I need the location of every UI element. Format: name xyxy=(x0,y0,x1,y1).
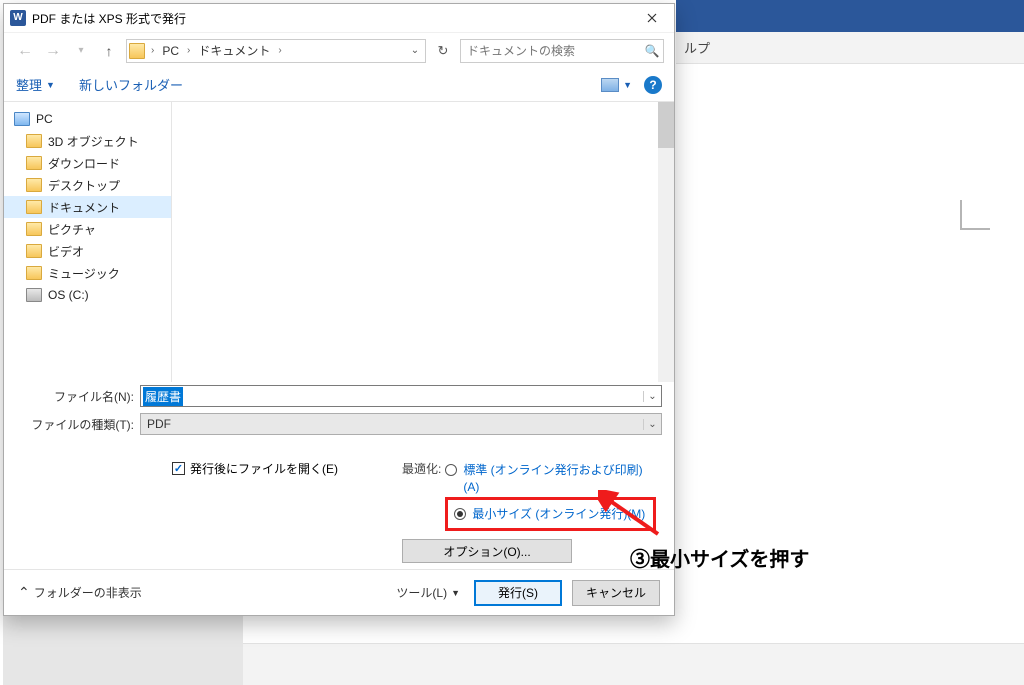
filename-row: ファイル名(N): 履歴書 ⌄ xyxy=(4,382,674,410)
organize-label: 整理 xyxy=(16,75,42,94)
folder-icon xyxy=(26,134,42,148)
toolrow: 整理 ▼ 新しいフォルダー ▼ ? xyxy=(4,68,674,102)
breadcrumb-dropdown[interactable]: ⌄ xyxy=(407,45,423,56)
close-icon xyxy=(647,13,657,23)
tree-node-documents[interactable]: ドキュメント xyxy=(4,196,171,218)
filename-label: ファイル名(N): xyxy=(16,388,140,405)
search-input[interactable] xyxy=(461,44,641,58)
annotation-text: ③最小サイズを押す xyxy=(630,543,809,572)
dialog-titlebar: W PDF または XPS 形式で発行 xyxy=(4,4,674,32)
nav-forward-button[interactable]: → xyxy=(42,40,64,62)
options-button[interactable]: オプション(O)... xyxy=(402,539,572,563)
navigation-row: ← → ▾ ↑ › PC › ドキュメント › ⌄ ↻ 🔍 xyxy=(4,32,674,68)
highlight-box: 最小サイズ (オンライン発行)(M) xyxy=(445,497,656,531)
word-ribbon-bg xyxy=(676,0,1024,32)
breadcrumb-bar[interactable]: › PC › ドキュメント › ⌄ xyxy=(126,39,426,63)
filename-history-dropdown[interactable]: ⌄ xyxy=(643,391,661,402)
nav-back-button[interactable]: ← xyxy=(14,40,36,62)
word-app-icon: W xyxy=(10,10,26,26)
breadcrumb-documents[interactable]: ドキュメント xyxy=(196,42,272,59)
view-icon xyxy=(601,78,619,92)
tree-node-videos[interactable]: ビデオ xyxy=(4,240,171,262)
view-menu[interactable]: ▼ xyxy=(601,78,632,92)
word-statusbar-bg xyxy=(243,643,1024,685)
help-menu-fragment[interactable]: ルプ xyxy=(684,38,710,57)
chevron-down-icon: ▼ xyxy=(451,588,460,598)
word-toolbar-bg: ルプ xyxy=(676,32,1024,64)
chevron-down-icon: ⌄ xyxy=(643,419,661,430)
document-corner-mark xyxy=(960,200,990,230)
search-icon[interactable]: 🔍 xyxy=(641,44,663,58)
search-box[interactable]: 🔍 xyxy=(460,39,664,63)
filetype-label: ファイルの種類(T): xyxy=(16,416,140,433)
dialog-footer: ⌃ フォルダーの非表示 ツール(L) ▼ 発行(S) キャンセル xyxy=(4,569,674,615)
optimize-standard-radio[interactable]: 標準 (オンライン発行および印刷)(A) xyxy=(445,462,656,494)
cancel-button[interactable]: キャンセル xyxy=(572,580,660,606)
filetype-select[interactable]: PDF ⌄ xyxy=(140,413,662,435)
radio-icon xyxy=(445,464,457,476)
tools-label: ツール(L) xyxy=(396,584,447,601)
tree-node-downloads[interactable]: ダウンロード xyxy=(4,152,171,174)
filetype-row: ファイルの種類(T): PDF ⌄ xyxy=(4,410,674,438)
chevron-right-icon[interactable]: › xyxy=(183,45,194,56)
scrollbar-thumb[interactable] xyxy=(658,102,674,148)
organize-menu[interactable]: 整理 ▼ xyxy=(16,75,55,94)
optimize-minimum-radio[interactable]: 最小サイズ (オンライン発行)(M) xyxy=(454,506,647,522)
tree-node-music[interactable]: ミュージック xyxy=(4,262,171,284)
folder-icon xyxy=(26,178,42,192)
chevron-down-icon: ▼ xyxy=(623,80,632,90)
word-sidepanel-bg xyxy=(3,615,243,685)
file-list-area[interactable] xyxy=(172,102,674,382)
checkbox-icon: ✓ xyxy=(172,462,185,475)
dialog-title: PDF または XPS 形式で発行 xyxy=(32,10,186,27)
hide-folders-toggle[interactable]: ⌃ フォルダーの非表示 xyxy=(18,584,142,601)
filename-value: 履歴書 xyxy=(143,387,183,406)
folder-icon xyxy=(26,156,42,170)
open-after-publish-label: 発行後にファイルを開く(E) xyxy=(190,460,338,477)
tools-menu[interactable]: ツール(L) ▼ xyxy=(396,584,460,601)
refresh-button[interactable]: ↻ xyxy=(432,40,454,62)
publish-pdf-xps-dialog: W PDF または XPS 形式で発行 ← → ▾ ↑ › PC › ドキュメン… xyxy=(3,3,675,616)
nav-history-dropdown[interactable]: ▾ xyxy=(70,40,92,62)
collapse-icon: ⌃ xyxy=(18,584,30,601)
filetype-value: PDF xyxy=(147,417,643,431)
optimize-minimum-label: 最小サイズ (オンライン発行)(M) xyxy=(472,506,645,522)
tree-node-desktop[interactable]: デスクトップ xyxy=(4,174,171,196)
publish-button[interactable]: 発行(S) xyxy=(474,580,562,606)
open-after-publish-checkbox[interactable]: ✓ 発行後にファイルを開く(E) xyxy=(172,460,402,477)
tree-node-pc[interactable]: PC xyxy=(4,108,171,130)
chevron-right-icon[interactable]: › xyxy=(147,45,158,56)
chevron-right-icon[interactable]: › xyxy=(274,45,285,56)
folder-icon xyxy=(26,222,42,236)
tree-node-pictures[interactable]: ピクチャ xyxy=(4,218,171,240)
tree-node-osc[interactable]: OS (C:) xyxy=(4,284,171,306)
pc-icon xyxy=(14,112,30,126)
folder-icon xyxy=(26,266,42,280)
tree-node-3dobjects[interactable]: 3D オブジェクト xyxy=(4,130,171,152)
folder-icon xyxy=(26,244,42,258)
hide-folders-label: フォルダーの非表示 xyxy=(34,584,142,601)
nav-up-button[interactable]: ↑ xyxy=(98,40,120,62)
folder-icon xyxy=(26,200,42,214)
radio-icon xyxy=(454,508,466,520)
folder-tree[interactable]: PC 3D オブジェクト ダウンロード デスクトップ ドキュメント ピクチャ ビ… xyxy=(4,102,172,382)
midpane: PC 3D オブジェクト ダウンロード デスクトップ ドキュメント ピクチャ ビ… xyxy=(4,102,674,382)
breadcrumb-pc[interactable]: PC xyxy=(160,44,181,58)
optimize-standard-label: 標準 (オンライン発行および印刷)(A) xyxy=(463,462,656,494)
folder-icon xyxy=(129,43,145,59)
drive-icon xyxy=(26,288,42,302)
filename-input[interactable]: 履歴書 ⌄ xyxy=(140,385,662,407)
optimize-label: 最適化: xyxy=(402,460,441,529)
new-folder-button[interactable]: 新しいフォルダー xyxy=(79,75,183,94)
options-area: ✓ 発行後にファイルを開く(E) 最適化: 標準 (オンライン発行および印刷)(… xyxy=(4,438,674,569)
help-button[interactable]: ? xyxy=(644,76,662,94)
chevron-down-icon: ▼ xyxy=(46,80,55,90)
close-button[interactable] xyxy=(630,4,674,32)
